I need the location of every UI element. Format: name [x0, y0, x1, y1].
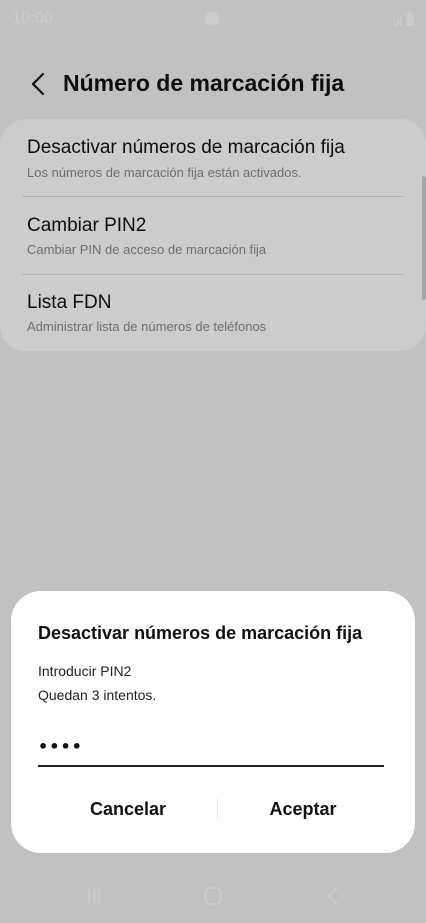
button-divider — [217, 799, 218, 819]
accept-button[interactable]: Aceptar — [223, 789, 383, 829]
dialog-title: Desactivar números de marcación fija — [38, 623, 363, 643]
dialog-prompt: Introducir PIN2 — [38, 663, 132, 679]
dialog-attempts-remaining: Quedan 3 intentos. — [38, 687, 157, 703]
pin-dialog: Desactivar números de marcación fija Int… — [11, 591, 415, 853]
pin2-input-underline — [38, 765, 384, 767]
cancel-button[interactable]: Cancelar — [48, 789, 208, 829]
pin2-input[interactable] — [38, 732, 384, 760]
